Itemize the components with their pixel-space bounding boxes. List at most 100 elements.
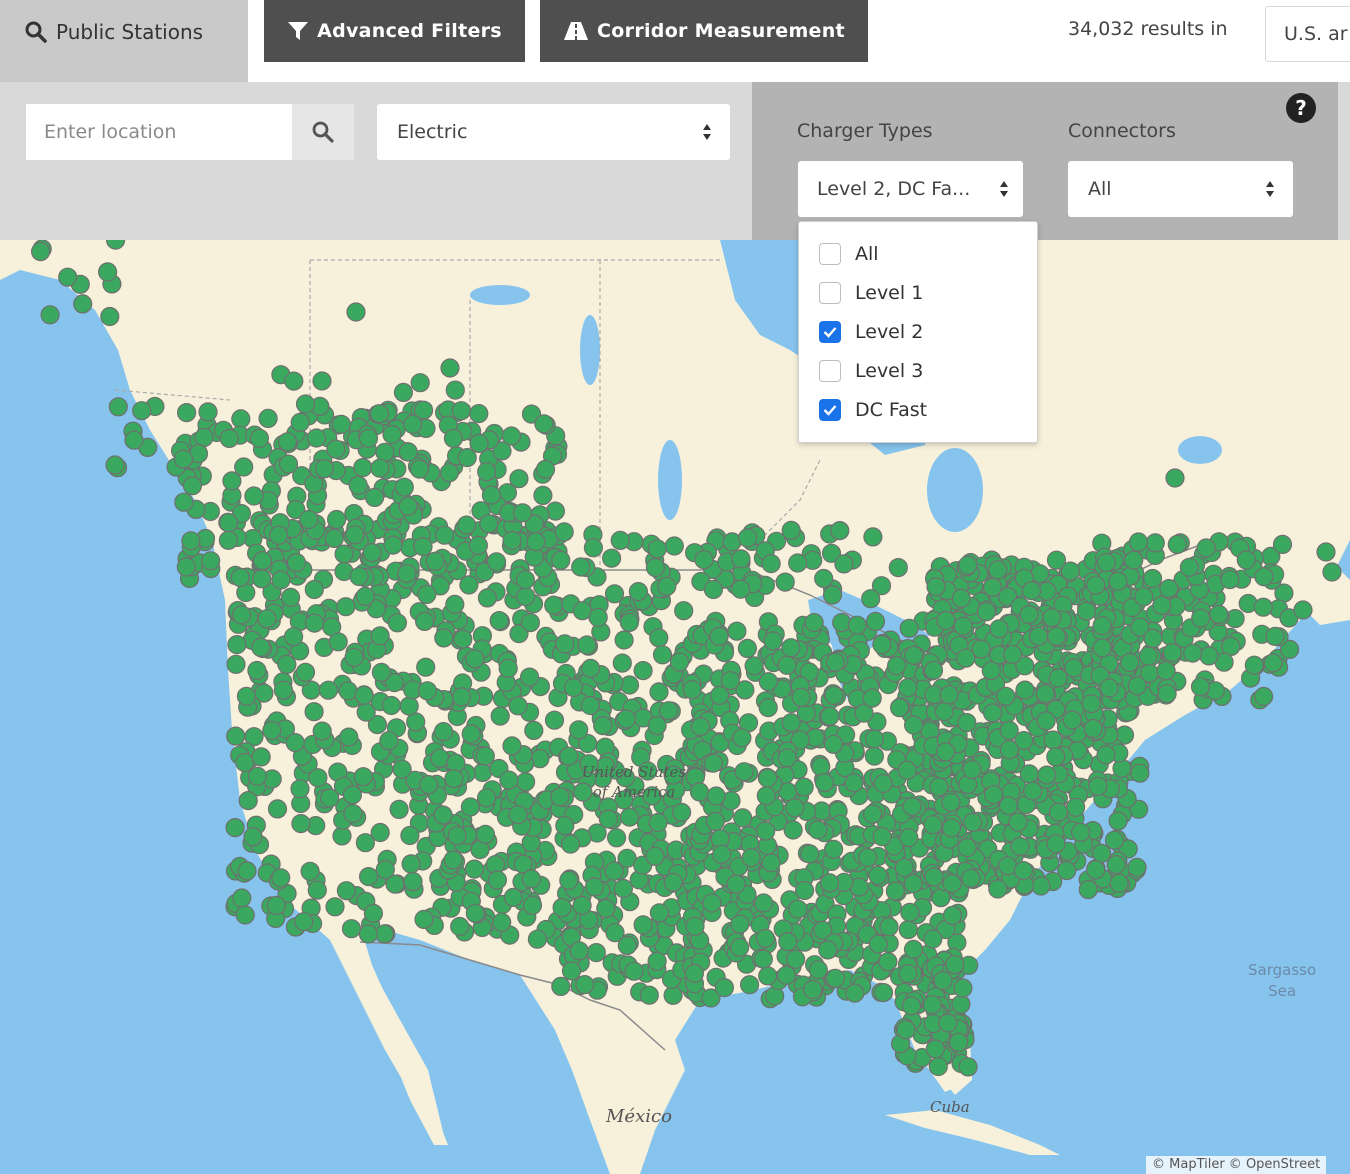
station-marker[interactable]	[457, 448, 477, 468]
station-marker[interactable]	[889, 698, 910, 718]
station-marker[interactable]	[788, 553, 808, 573]
station-marker[interactable]	[257, 609, 277, 629]
station-marker[interactable]	[503, 887, 523, 908]
station-marker[interactable]	[236, 686, 256, 706]
station-marker[interactable]	[300, 861, 320, 881]
station-marker[interactable]	[1127, 676, 1147, 696]
station-marker[interactable]	[473, 762, 493, 783]
station-marker[interactable]	[443, 850, 463, 870]
station-marker[interactable]	[243, 827, 263, 847]
station-marker[interactable]	[227, 635, 247, 655]
station-marker[interactable]	[737, 528, 758, 548]
station-marker[interactable]	[1057, 860, 1077, 881]
station-marker[interactable]	[732, 728, 752, 748]
station-marker[interactable]	[439, 463, 459, 483]
checkbox-level-1[interactable]	[819, 282, 841, 304]
station-marker[interactable]	[1316, 542, 1336, 562]
station-marker[interactable]	[1191, 608, 1211, 628]
station-marker[interactable]	[516, 587, 536, 607]
station-marker[interactable]	[342, 785, 362, 805]
station-marker[interactable]	[278, 454, 299, 474]
station-marker[interactable]	[976, 602, 997, 622]
station-marker[interactable]	[1092, 638, 1112, 658]
station-marker[interactable]	[1046, 834, 1066, 854]
station-marker[interactable]	[617, 935, 637, 956]
station-marker[interactable]	[271, 570, 291, 590]
station-marker[interactable]	[1156, 661, 1176, 681]
station-marker[interactable]	[1142, 568, 1163, 589]
station-marker[interactable]	[501, 426, 521, 446]
station-marker[interactable]	[1088, 776, 1108, 797]
station-marker[interactable]	[783, 820, 803, 840]
station-marker[interactable]	[235, 905, 255, 925]
station-marker[interactable]	[1196, 538, 1216, 558]
station-marker[interactable]	[544, 710, 565, 730]
station-marker[interactable]	[961, 868, 981, 888]
station-marker[interactable]	[962, 759, 982, 780]
station-marker[interactable]	[226, 654, 246, 674]
station-marker[interactable]	[434, 628, 454, 648]
station-marker[interactable]	[844, 773, 864, 793]
station-marker[interactable]	[924, 867, 944, 887]
station-marker[interactable]	[982, 577, 1003, 597]
station-marker[interactable]	[934, 701, 954, 722]
station-marker[interactable]	[182, 476, 202, 496]
station-marker[interactable]	[393, 382, 413, 402]
station-marker[interactable]	[989, 619, 1009, 639]
station-marker[interactable]	[345, 525, 365, 545]
station-marker[interactable]	[58, 267, 78, 287]
station-marker[interactable]	[939, 685, 959, 705]
station-marker[interactable]	[468, 535, 488, 555]
station-marker[interactable]	[515, 570, 536, 590]
station-marker[interactable]	[1159, 579, 1179, 599]
station-marker[interactable]	[652, 645, 673, 665]
station-marker[interactable]	[714, 977, 735, 998]
station-marker[interactable]	[904, 645, 924, 665]
station-marker[interactable]	[929, 777, 949, 797]
station-marker[interactable]	[331, 414, 351, 434]
station-marker[interactable]	[559, 870, 579, 891]
charger-option-level-2[interactable]: Level 2	[819, 319, 923, 345]
station-marker[interactable]	[900, 902, 920, 923]
station-marker[interactable]	[604, 584, 625, 604]
station-marker[interactable]	[348, 475, 368, 495]
station-marker[interactable]	[761, 554, 781, 574]
station-marker[interactable]	[498, 658, 518, 678]
station-marker[interactable]	[1167, 534, 1187, 554]
station-marker[interactable]	[999, 720, 1019, 740]
station-marker[interactable]	[1099, 678, 1119, 698]
station-marker[interactable]	[794, 880, 815, 901]
station-marker[interactable]	[785, 949, 806, 969]
station-marker[interactable]	[477, 462, 497, 482]
station-marker[interactable]	[1091, 843, 1112, 863]
station-marker[interactable]	[1031, 876, 1051, 896]
checkbox-all[interactable]	[819, 243, 841, 265]
station-marker[interactable]	[1023, 781, 1043, 801]
station-marker[interactable]	[606, 828, 627, 848]
station-marker[interactable]	[312, 371, 332, 391]
station-marker[interactable]	[551, 550, 571, 570]
station-marker[interactable]	[753, 949, 773, 969]
station-marker[interactable]	[616, 709, 636, 729]
station-marker[interactable]	[508, 804, 528, 825]
station-marker[interactable]	[903, 873, 923, 894]
station-marker[interactable]	[414, 909, 434, 930]
station-marker[interactable]	[928, 1056, 948, 1077]
advanced-filters-button[interactable]: Advanced Filters	[264, 0, 525, 62]
station-marker[interactable]	[709, 626, 729, 646]
station-marker[interactable]	[526, 532, 546, 552]
station-marker[interactable]	[885, 881, 906, 901]
station-marker[interactable]	[560, 834, 581, 854]
checkbox-level-2[interactable]	[819, 321, 841, 343]
station-marker[interactable]	[365, 487, 385, 507]
station-marker[interactable]	[1322, 562, 1342, 582]
station-marker[interactable]	[124, 430, 144, 450]
station-marker[interactable]	[741, 848, 761, 868]
station-marker[interactable]	[1043, 730, 1063, 750]
charger-option-all[interactable]: All	[819, 241, 879, 267]
station-marker[interactable]	[1037, 765, 1057, 785]
station-marker[interactable]	[1134, 587, 1154, 607]
station-marker[interactable]	[521, 869, 542, 889]
station-marker[interactable]	[872, 634, 892, 655]
station-marker[interactable]	[865, 611, 886, 632]
